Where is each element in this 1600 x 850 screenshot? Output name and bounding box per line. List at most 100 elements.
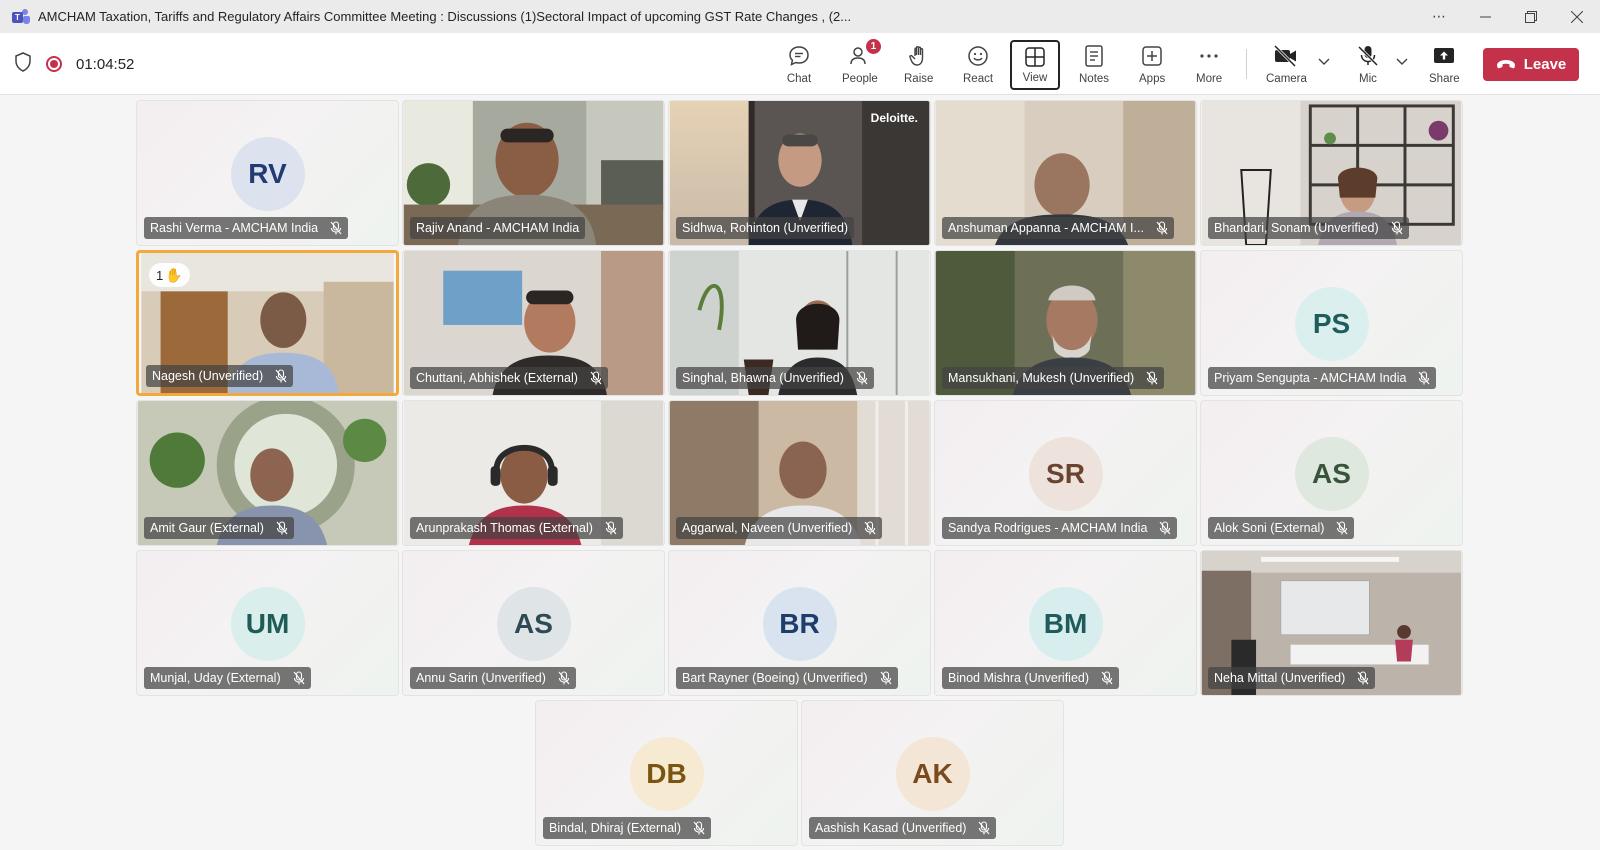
participant-tile[interactable]: Singhal, Bhawna (Unverified) <box>668 250 931 396</box>
view-button[interactable]: View <box>1010 40 1060 90</box>
mic-muted-icon <box>1357 671 1369 685</box>
mic-muted-icon <box>558 671 570 685</box>
hang-up-icon <box>1496 56 1516 73</box>
mic-muted-icon <box>978 821 990 835</box>
participant-tile[interactable]: Bhandari, Sonam (Unverified) <box>1200 100 1463 246</box>
participant-tile[interactable]: DB Bindal, Dhiraj (External) <box>535 700 798 846</box>
participant-tile-speaking[interactable]: 1 ✋ Nagesh (Unverified) <box>136 250 399 396</box>
raised-hand-icon: ✋ <box>165 266 183 283</box>
mic-button[interactable]: Mic <box>1355 41 1381 89</box>
participant-name-tag: Annu Sarin (Unverified) <box>410 667 576 689</box>
participant-tile[interactable]: Aggarwal, Naveen (Unverified) <box>668 400 931 546</box>
participant-tile[interactable]: Chuttani, Abhishek (External) <box>402 250 665 396</box>
more-options-icon[interactable]: ⋯ <box>1416 0 1462 33</box>
mic-muted-icon <box>856 371 868 385</box>
mic-muted-icon <box>293 671 305 685</box>
participant-name-tag: Chuttani, Abhishek (External) <box>410 367 608 389</box>
mic-muted-icon <box>1336 521 1348 535</box>
people-icon: 1 <box>847 39 881 69</box>
participant-tile[interactable]: Neha Mittal (Unverified) <box>1200 550 1463 696</box>
people-count-badge: 1 <box>865 39 881 54</box>
camera-button[interactable]: Camera <box>1266 41 1307 89</box>
participant-tile[interactable]: AS Alok Soni (External) <box>1200 400 1463 546</box>
toolbar-divider <box>1246 49 1247 79</box>
mic-muted-icon <box>1156 221 1168 235</box>
participant-name-tag: Rashi Verma - AMCHAM India <box>144 217 349 239</box>
teams-logo-icon: T <box>12 8 30 25</box>
participant-tile[interactable]: Arunprakash Thomas (External) <box>402 400 665 546</box>
participant-name-tag: Anshuman Appanna - AMCHAM I... <box>942 217 1174 239</box>
avatar: AS <box>1294 437 1369 511</box>
restore-button[interactable] <box>1508 0 1554 33</box>
participant-name-tag: Bhandari, Sonam (Unverified) <box>1208 217 1409 239</box>
share-button[interactable]: Share <box>1429 41 1460 89</box>
avatar: RV <box>230 137 305 211</box>
mic-muted-icon <box>1159 521 1171 535</box>
more-button[interactable]: More <box>1196 41 1222 89</box>
chat-button[interactable]: Chat <box>786 41 812 89</box>
participant-tile[interactable]: Rajiv Anand - AMCHAM India <box>402 100 665 246</box>
mic-muted-icon <box>330 221 342 235</box>
window-title: AMCHAM Taxation, Tariffs and Regulatory … <box>38 9 852 24</box>
participant-name-tag: Aashish Kasad (Unverified) <box>809 817 997 839</box>
mic-muted-icon <box>864 521 876 535</box>
hand-icon <box>906 43 932 69</box>
shield-icon[interactable] <box>14 51 32 77</box>
participant-name-tag: Aggarwal, Naveen (Unverified) <box>676 517 883 539</box>
participant-tile[interactable]: UM Munjal, Uday (External) <box>136 550 399 696</box>
people-button[interactable]: 1 People <box>842 39 881 89</box>
mic-off-icon <box>1355 43 1381 69</box>
participant-tile[interactable]: Amit Gaur (External) <box>136 400 399 546</box>
share-screen-icon <box>1431 43 1457 69</box>
participant-tile[interactable]: AS Annu Sarin (Unverified) <box>402 550 665 696</box>
mic-muted-icon <box>693 821 705 835</box>
react-button[interactable]: React <box>963 41 993 89</box>
avatar: BR <box>762 587 837 661</box>
mic-options-chevron-icon[interactable] <box>1396 55 1408 69</box>
mic-muted-icon <box>880 671 892 685</box>
mic-muted-icon <box>1101 671 1113 685</box>
leave-button[interactable]: Leave <box>1483 48 1579 81</box>
grid-view-icon <box>1022 44 1048 70</box>
participant-name-tag: Neha Mittal (Unverified) <box>1208 667 1376 689</box>
avatar: PS <box>1294 287 1369 361</box>
participant-name-tag: Munjal, Uday (External) <box>144 667 311 689</box>
participant-tile[interactable]: Mansukhani, Mukesh (Unverified) <box>934 250 1197 396</box>
participant-name-tag: Bart Rayner (Boeing) (Unverified) <box>676 667 898 689</box>
title-bar: T AMCHAM Taxation, Tariffs and Regulator… <box>0 0 1600 33</box>
chat-icon <box>786 43 812 69</box>
participant-name-tag: Amit Gaur (External) <box>144 517 294 539</box>
participant-tile[interactable]: BM Binod Mishra (Unverified) <box>934 550 1197 696</box>
minimize-button[interactable] <box>1462 0 1508 33</box>
camera-options-chevron-icon[interactable] <box>1318 55 1330 69</box>
avatar: DB <box>629 737 704 811</box>
meeting-timer: 01:04:52 <box>76 55 135 73</box>
participant-name-tag: Priyam Sengupta - AMCHAM India <box>1208 367 1437 389</box>
mic-muted-icon <box>276 521 288 535</box>
avatar: AS <box>496 587 571 661</box>
participant-tile[interactable]: SR Sandya Rodrigues - AMCHAM India <box>934 400 1197 546</box>
company-logo: Deloitte. <box>870 111 918 125</box>
add-apps-icon <box>1139 43 1165 69</box>
notes-button[interactable]: Notes <box>1079 41 1109 89</box>
mic-muted-icon <box>1146 371 1158 385</box>
meeting-toolbar: 01:04:52 Chat 1 People Raise React View <box>0 33 1600 95</box>
raise-hand-button[interactable]: Raise <box>904 41 933 89</box>
participant-tile[interactable]: BR Bart Rayner (Boeing) (Unverified) <box>668 550 931 696</box>
participant-name-tag: Binod Mishra (Unverified) <box>942 667 1120 689</box>
mic-muted-icon <box>275 369 287 383</box>
participant-tile[interactable]: PS Priyam Sengupta - AMCHAM India <box>1200 250 1463 396</box>
participant-tile[interactable]: Deloitte. Sidhwa, Rohinton (Unverified) <box>668 100 931 246</box>
participant-name-tag: Arunprakash Thomas (External) <box>410 517 623 539</box>
avatar: BM <box>1028 587 1103 661</box>
participant-tile[interactable]: Anshuman Appanna - AMCHAM I... <box>934 100 1197 246</box>
close-button[interactable] <box>1554 0 1600 33</box>
notes-icon <box>1081 43 1107 69</box>
participant-tile[interactable]: AK Aashish Kasad (Unverified) <box>801 700 1064 846</box>
mic-muted-icon <box>1418 371 1430 385</box>
avatar: SR <box>1028 437 1103 511</box>
participant-tile[interactable]: RV Rashi Verma - AMCHAM India <box>136 100 399 246</box>
recording-icon <box>46 56 62 72</box>
apps-button[interactable]: Apps <box>1139 41 1165 89</box>
raised-hand-badge: 1 ✋ <box>149 263 190 287</box>
